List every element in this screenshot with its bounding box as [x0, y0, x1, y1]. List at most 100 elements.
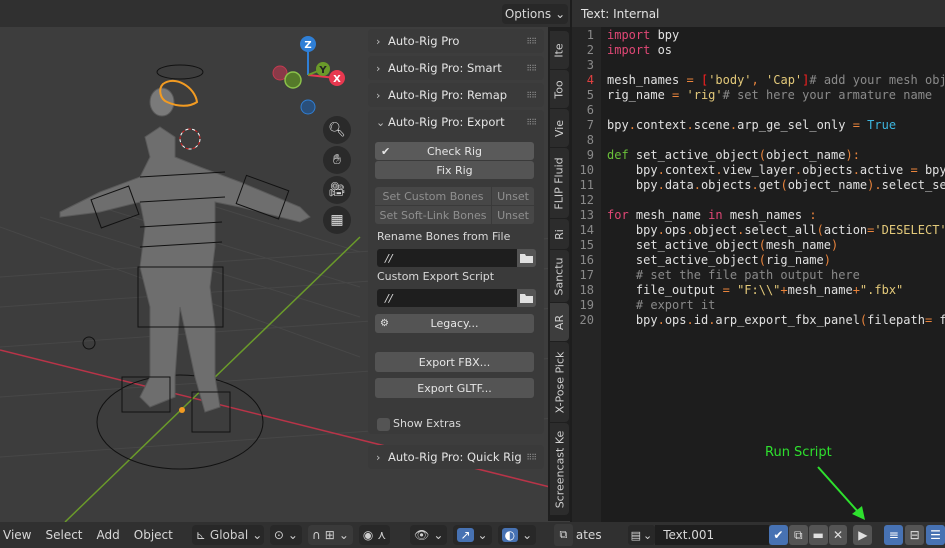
editor-type-icon[interactable]: ⧉	[554, 524, 573, 546]
syntax-highlight-toggle[interactable]: ☰	[926, 525, 945, 545]
unset-soft-link-bones-button[interactable]: Unset	[492, 206, 534, 224]
code-line[interactable]: # export it	[607, 298, 715, 312]
code-line[interactable]: # set the file path output here	[607, 268, 860, 282]
chevron-right-icon: ›	[376, 61, 381, 75]
code-line[interactable]: def set_active_object(object_name):	[607, 148, 860, 162]
drag-grip-icon[interactable]: ⠿⠿	[526, 91, 537, 100]
folder-icon[interactable]	[517, 249, 536, 267]
text-name-field[interactable]: Text.001	[655, 525, 769, 545]
axis-gizmo[interactable]: Z Y X	[272, 36, 345, 115]
code-line[interactable]: import os	[607, 43, 672, 57]
line-number: 13	[579, 208, 594, 222]
text-editor[interactable]: Text: Internal 1 2 3 4 5 6 7 8 9 10 11 12 13 14 15 16 17…	[572, 0, 945, 522]
panel-auto-rig-pro-smart[interactable]: › Auto-Rig Pro: Smart ⠿⠿	[368, 56, 544, 80]
tab-x-pose-pick[interactable]: X-Pose Pick	[550, 342, 569, 422]
menu-add[interactable]: Add	[90, 528, 127, 542]
visibility-dropdown[interactable]: 👁︎ ⌄	[410, 525, 448, 545]
menu-view[interactable]: View	[0, 528, 38, 542]
gizmo-toggle[interactable]: ↗ ⌄	[453, 525, 492, 545]
set-soft-link-bones-button[interactable]: Set Soft-Link Bones	[375, 206, 491, 224]
set-soft-link-bones-label: Set Soft-Link Bones	[379, 208, 487, 222]
line-number: 7	[586, 118, 594, 132]
panel-auto-rig-pro-export[interactable]: ⌄ Auto-Rig Pro: Export ⠿⠿	[368, 110, 544, 134]
text-browse-dropdown[interactable]: ▤ ⌄	[627, 525, 656, 545]
tab-flip-fluid[interactable]: FLIP Fluid	[550, 148, 569, 218]
drag-grip-icon[interactable]: ⠿⠿	[526, 453, 537, 462]
head-bone-circle[interactable]	[156, 64, 204, 80]
legacy-button[interactable]: ⚙ Legacy...	[375, 314, 534, 333]
code-line[interactable]: bpy.context.view_layer.objects.active = …	[607, 163, 945, 177]
check-rig-label: Check Rig	[426, 144, 483, 158]
gizmo-neg-y[interactable]	[284, 71, 302, 89]
pivot-point-dropdown[interactable]: ⊙ ⌄	[269, 525, 302, 545]
zoom-icon[interactable]: 🔍︎	[323, 116, 351, 144]
unset-custom-bones-button[interactable]: Unset	[492, 187, 534, 205]
eye-icon: 👁︎	[414, 528, 430, 542]
rename-bones-path-input[interactable]: //	[377, 249, 517, 267]
word-wrap-toggle[interactable]: ⊟	[905, 525, 925, 545]
code-line[interactable]: bpy.context.scene.arp_ge_sel_only = True	[607, 118, 896, 132]
fix-rig-button[interactable]: Fix Rig	[375, 161, 534, 179]
custom-export-script-input[interactable]: //	[377, 289, 517, 307]
folder-icon[interactable]	[517, 289, 536, 307]
line-number: 11	[579, 178, 594, 192]
line-number: 18	[579, 283, 594, 297]
duplicate-icon[interactable]: ⧉	[788, 525, 808, 545]
panel-auto-rig-pro-remap[interactable]: › Auto-Rig Pro: Remap ⠿⠿	[368, 83, 544, 107]
tab-item[interactable]: Ite	[550, 31, 569, 69]
code-line[interactable]: bpy.data.objects.get(object_name).select…	[607, 178, 945, 192]
code-line[interactable]: bpy.ops.id.arp_export_fbx_panel(filepath…	[607, 313, 945, 327]
code-line[interactable]: for mesh_name in mesh_names :	[607, 208, 817, 222]
camera-icon[interactable]: 🎥︎	[323, 176, 351, 204]
panel-auto-rig-pro-quick-rig[interactable]: › Auto-Rig Pro: Quick Rig ⠿⠿	[368, 445, 544, 469]
export-gltf-button[interactable]: Export GLTF...	[375, 378, 534, 398]
code-line[interactable]: rig_name = 'rig'# set here your armature…	[607, 88, 932, 102]
pole-target[interactable]	[82, 336, 96, 350]
menu-object[interactable]: Object	[127, 528, 180, 542]
drag-grip-icon[interactable]: ⠿⠿	[526, 37, 537, 46]
tab-screencast-keys[interactable]: Screencast Ke	[550, 423, 569, 515]
proportional-icon: ◉	[362, 528, 374, 542]
snap-toggle[interactable]: ∩ ⊞ ⌄	[307, 525, 353, 545]
pan-hand-icon[interactable]: ✋︎	[323, 146, 351, 174]
panel-title: Auto-Rig Pro: Smart	[388, 61, 502, 75]
drag-grip-icon[interactable]: ⠿⠿	[526, 118, 537, 127]
tab-tool[interactable]: Too	[550, 70, 569, 108]
fake-user-shield-icon[interactable]: ✔	[768, 525, 788, 545]
close-icon[interactable]: ✕	[828, 525, 848, 545]
line-number: 2	[586, 43, 594, 57]
options-dropdown[interactable]: Options ⌄	[502, 4, 568, 24]
character-mesh[interactable]	[59, 87, 311, 413]
set-custom-bones-button[interactable]: Set Custom Bones	[375, 187, 491, 205]
line-numbers-toggle[interactable]: ≡	[884, 525, 904, 545]
code-line[interactable]: mesh_names = ['body', 'Cap']# add your m…	[607, 73, 945, 87]
tab-ar[interactable]: AR	[550, 303, 569, 341]
code-line[interactable]: file_output = "F:\\"+mesh_name+".fbx"	[607, 283, 903, 297]
code-line[interactable]: import bpy	[607, 28, 679, 42]
proportional-edit-toggle[interactable]: ◉ ⋏	[358, 525, 391, 545]
transform-orientation-dropdown[interactable]: ⊾ Global ⌄	[191, 525, 264, 545]
run-script-button[interactable]: ▶	[853, 525, 873, 545]
check-rig-button[interactable]: ✔ Check Rig	[375, 142, 534, 160]
export-fbx-button[interactable]: Export FBX...	[375, 352, 534, 372]
panel-auto-rig-pro[interactable]: › Auto-Rig Pro ⠿⠿	[368, 29, 544, 53]
code-line[interactable]: bpy.ops.object.select_all(action='DESELE…	[607, 223, 945, 237]
code-line[interactable]: set_active_object(mesh_name)	[607, 238, 838, 252]
tab-ri[interactable]: Ri	[550, 219, 569, 249]
tab-sanctu[interactable]: Sanctu	[550, 250, 569, 302]
tab-label: X-Pose Pick	[553, 351, 567, 413]
grid-view-icon[interactable]: ▦	[323, 206, 351, 234]
line-number: 8	[586, 133, 594, 147]
menu-select[interactable]: Select	[38, 528, 89, 542]
code-line[interactable]: set_active_object(rig_name)	[607, 253, 831, 267]
open-folder-icon[interactable]: ▬	[808, 525, 828, 545]
menu-templates[interactable]: ates	[576, 528, 602, 542]
overlay-toggle[interactable]: ◐ ⌄	[497, 525, 537, 545]
tab-view[interactable]: Vie	[550, 109, 569, 147]
show-extras-checkbox[interactable]	[377, 418, 390, 431]
custom-export-script-label: Custom Export Script	[377, 270, 495, 283]
unset-label: Unset	[497, 208, 529, 222]
drag-grip-icon[interactable]: ⠿⠿	[526, 64, 537, 73]
tab-label: AR	[552, 314, 566, 330]
gizmo-neg-z[interactable]	[300, 99, 316, 115]
